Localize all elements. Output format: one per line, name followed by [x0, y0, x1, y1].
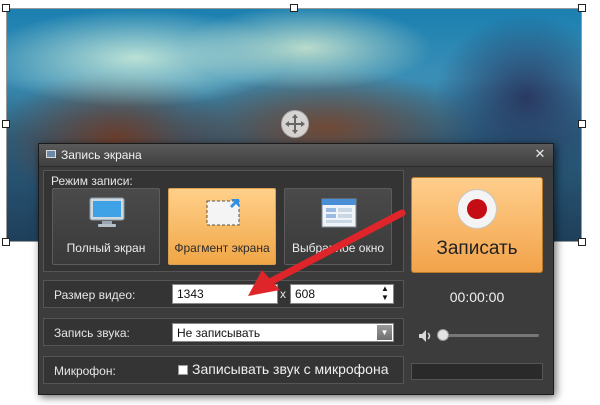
annotation-arrow-icon — [248, 209, 406, 296]
